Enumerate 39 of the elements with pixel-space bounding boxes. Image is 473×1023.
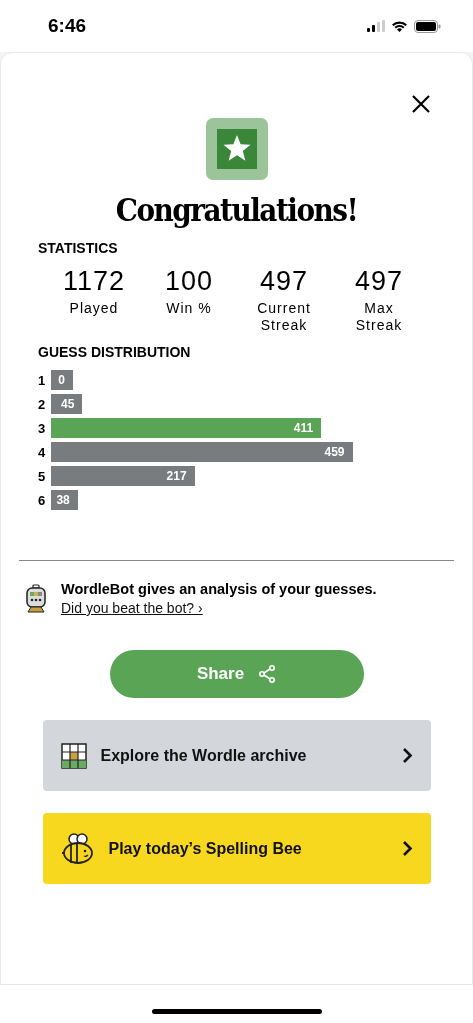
signal-icon <box>367 20 385 32</box>
distribution-bar: 411 <box>51 418 322 438</box>
stat-value: 1172 <box>62 266 126 297</box>
battery-icon <box>414 19 441 33</box>
star-badge-icon <box>205 118 268 180</box>
stat-label: Max Streak <box>354 300 404 334</box>
stat-label: Played <box>68 300 120 317</box>
wordlebot-text: WordleBot gives an analysis of your guesses. <box>61 581 377 597</box>
guess-number: 4 <box>38 444 47 460</box>
status-time: 6:46 <box>48 15 87 37</box>
chevron-right-icon <box>401 840 413 857</box>
beat-the-bot-link[interactable]: Did you beat the bot? › <box>61 600 377 616</box>
stat-label: Win % <box>165 300 213 317</box>
chevron-right-icon <box>401 747 413 764</box>
distribution-bar: 459 <box>51 442 353 462</box>
stat-value: 497 <box>259 266 309 297</box>
stat-value: 100 <box>164 266 214 297</box>
guess-number: 5 <box>38 468 47 484</box>
stat-label: Current Streak <box>256 300 312 334</box>
archive-button[interactable]: Explore the Wordle archive <box>42 720 431 791</box>
congratulations-title: Congratulations! <box>115 192 358 228</box>
wifi-icon <box>391 20 408 32</box>
distribution-bar: 45 <box>51 394 83 414</box>
spelling-bee-button[interactable]: Play today’s Spelling Bee <box>42 813 431 884</box>
guess-number: 2 <box>38 396 47 412</box>
stat-value: 497 <box>354 266 404 297</box>
distribution-bar: 0 <box>51 370 73 390</box>
guess-number: 3 <box>38 420 47 436</box>
guess-number: 6 <box>38 492 47 508</box>
close-icon[interactable] <box>412 95 430 113</box>
share-icon <box>258 665 277 683</box>
grid-icon <box>60 742 87 769</box>
robot-icon <box>25 583 47 614</box>
guess-distribution-heading: GUESS DISTRIBUTION <box>38 344 192 360</box>
distribution-bar: 38 <box>51 490 78 510</box>
statistics-heading: STATISTICS <box>38 240 119 256</box>
bee-icon <box>60 831 95 866</box>
distribution-bar: 217 <box>51 466 195 486</box>
guess-number: 1 <box>38 372 47 388</box>
